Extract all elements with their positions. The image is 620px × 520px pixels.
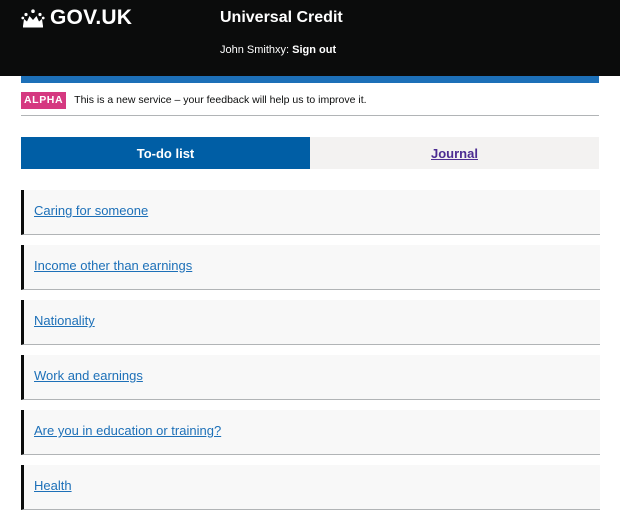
tab-to-do-list[interactable]: To-do list: [21, 137, 310, 169]
task-link-nationality[interactable]: Nationality: [34, 313, 95, 329]
list-item: Work and earnings: [21, 355, 600, 400]
list-item: Health: [21, 465, 600, 510]
sign-out-link[interactable]: Sign out: [292, 44, 336, 56]
task-link-caring-for-someone[interactable]: Caring for someone: [34, 203, 148, 219]
list-item: Nationality: [21, 300, 600, 345]
task-link-income-other-than-earnings[interactable]: Income other than earnings: [34, 258, 192, 274]
service-name[interactable]: Universal Credit: [220, 8, 343, 28]
crown-icon: [21, 8, 45, 28]
account-info: John Smithxy: Sign out: [220, 43, 336, 57]
task-link-work-and-earnings[interactable]: Work and earnings: [34, 368, 143, 384]
phase-banner: ALPHA This is a new service – your feedb…: [21, 90, 599, 116]
tab-journal[interactable]: Journal: [310, 137, 599, 169]
list-item: Income other than earnings: [21, 245, 600, 290]
header-accent-bar: [21, 76, 599, 83]
site-header: GOV.UK Universal Credit John Smithxy: Si…: [0, 0, 620, 76]
phase-banner-text: This is a new service – your feedback wi…: [74, 94, 367, 106]
govuk-logo[interactable]: GOV.UK: [21, 7, 132, 29]
list-item: Are you in education or training?: [21, 410, 600, 455]
task-list: Caring for someone Income other than ear…: [21, 190, 600, 520]
list-item: Caring for someone: [21, 190, 600, 235]
user-name: John Smithxy:: [220, 44, 290, 56]
logo-text: GOV.UK: [50, 6, 133, 29]
tab-bar: To-do list Journal: [21, 137, 599, 169]
task-link-education-or-training[interactable]: Are you in education or training?: [34, 423, 221, 439]
task-link-health[interactable]: Health: [34, 478, 72, 494]
phase-tag: ALPHA: [21, 92, 67, 109]
